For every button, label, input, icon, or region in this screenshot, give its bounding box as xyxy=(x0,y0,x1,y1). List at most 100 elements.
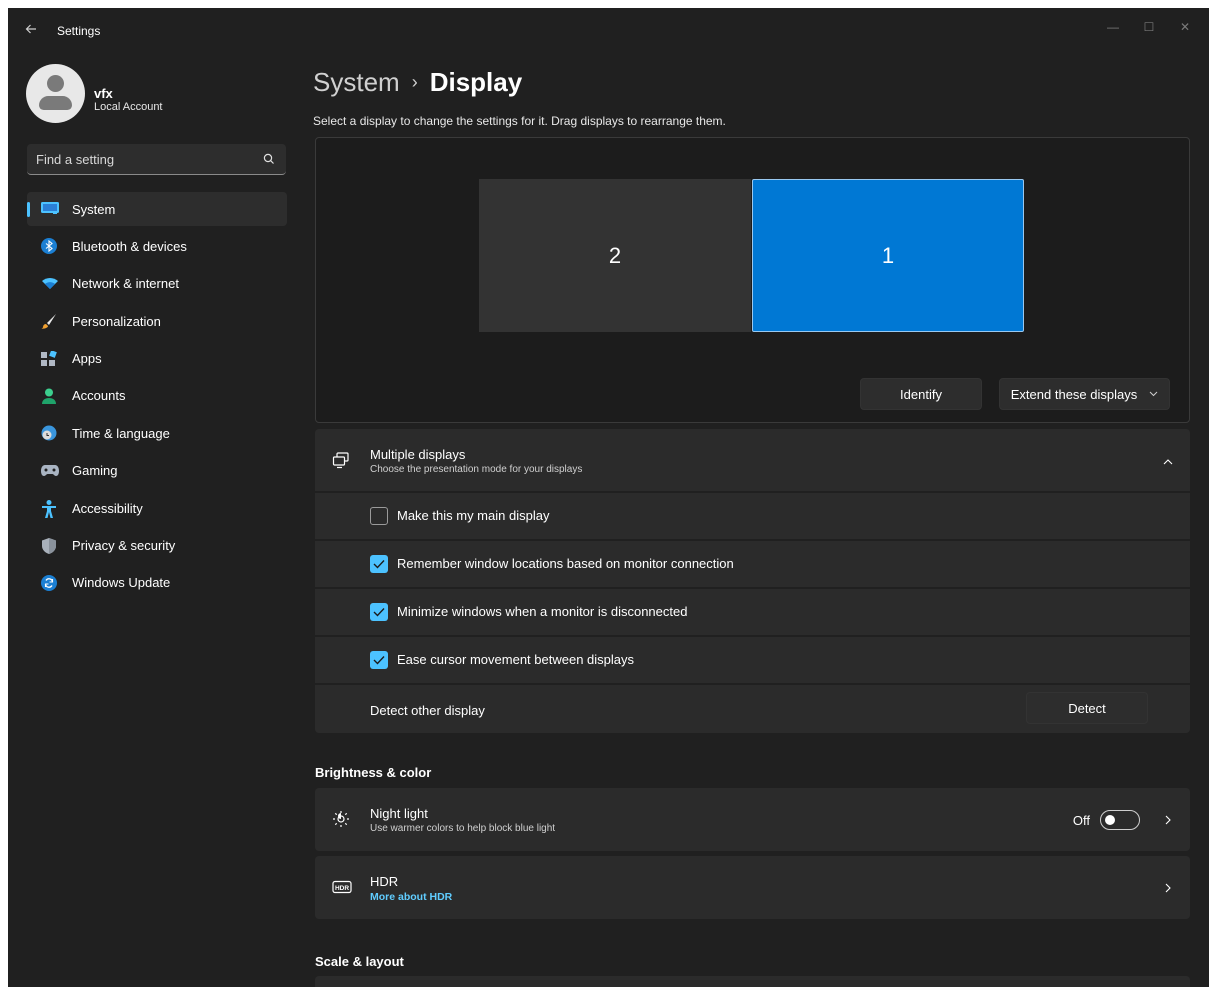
option-label: Minimize windows when a monitor is disco… xyxy=(397,604,688,619)
chevron-down-icon xyxy=(1149,389,1158,399)
sidebar-item-label: Network & internet xyxy=(72,276,179,292)
shield-icon xyxy=(41,537,57,554)
title-bar: Settings — ☐ ✕ xyxy=(8,8,1209,48)
monitor-2[interactable]: 2 xyxy=(479,179,751,332)
option-label: Ease cursor movement between displays xyxy=(397,652,635,667)
brightness-section-title: Brightness & color xyxy=(315,765,432,780)
multiple-displays-description: Choose the presentation mode for your di… xyxy=(370,464,583,475)
sidebar-item-label: Apps xyxy=(72,351,102,367)
breadcrumb-parent-link[interactable]: System xyxy=(313,67,400,98)
minimize-button[interactable]: — xyxy=(1095,14,1131,40)
system-icon xyxy=(41,201,59,217)
night-light-card[interactable]: Night light Use warmer colors to help bl… xyxy=(315,788,1190,851)
remember-locations-checkbox[interactable] xyxy=(370,555,388,573)
night-light-state: Off xyxy=(1072,812,1090,828)
multiple-displays-card: Multiple displays Choose the presentatio… xyxy=(315,429,1190,733)
sidebar-item-label: Time & language xyxy=(72,425,170,441)
bluetooth-icon xyxy=(41,238,57,255)
identify-button[interactable]: Identify xyxy=(860,378,982,410)
update-icon xyxy=(41,574,57,591)
monitor-1[interactable]: 1 xyxy=(752,179,1024,332)
maximize-button[interactable]: ☐ xyxy=(1131,14,1167,40)
sidebar-item-label: Personalization xyxy=(72,313,161,329)
checkmark-icon xyxy=(373,656,385,665)
wifi-icon xyxy=(41,276,58,292)
multiple-displays-icon xyxy=(332,452,349,469)
sidebar-item-time-language[interactable]: Time & language xyxy=(27,416,287,450)
sidebar-item-apps[interactable]: Apps xyxy=(27,342,287,376)
detect-display-row: Detect other display Detect xyxy=(315,683,1190,733)
back-button[interactable] xyxy=(16,18,46,40)
checkmark-icon xyxy=(373,560,385,569)
search-box xyxy=(27,144,286,175)
option-remember-window-locations: Remember window locations based on monit… xyxy=(315,539,1190,585)
close-button[interactable]: ✕ xyxy=(1167,14,1203,40)
option-minimize-windows: Minimize windows when a monitor is disco… xyxy=(315,587,1190,633)
sidebar-item-accessibility[interactable]: Accessibility xyxy=(27,491,287,525)
display-mode-selected: Extend these displays xyxy=(1010,386,1138,402)
checkmark-icon xyxy=(373,608,385,617)
night-light-toggle[interactable] xyxy=(1100,810,1140,830)
accounts-icon xyxy=(41,388,57,404)
sidebar-nav: System Bluetooth & devices Network & int… xyxy=(27,192,287,603)
sidebar-item-label: Privacy & security xyxy=(72,538,176,554)
sidebar-item-gaming[interactable]: Gaming xyxy=(27,454,287,488)
globe-clock-icon xyxy=(41,425,57,441)
more-about-hdr-link[interactable]: More about HDR xyxy=(370,891,452,903)
option-main-display: Make this my main display xyxy=(315,491,1190,537)
back-arrow-icon xyxy=(25,24,36,34)
monitor-number: 1 xyxy=(881,242,895,268)
brush-icon xyxy=(41,313,57,329)
gamepad-icon xyxy=(41,463,59,479)
sidebar-item-windows-update[interactable]: Windows Update xyxy=(27,566,287,600)
multiple-displays-header[interactable]: Multiple displays Choose the presentatio… xyxy=(315,429,1190,491)
display-arrangement-panel: 2 1 Identify Extend these displays xyxy=(315,137,1190,423)
avatar xyxy=(26,64,85,123)
sidebar-item-accounts[interactable]: Accounts xyxy=(27,379,287,413)
night-light-description: Use warmer colors to help block blue lig… xyxy=(370,823,556,834)
apps-icon xyxy=(41,349,57,367)
night-light-icon xyxy=(333,811,349,827)
search-input[interactable] xyxy=(36,144,256,174)
scale-layout-card[interactable] xyxy=(315,976,1190,987)
multiple-displays-title: Multiple displays xyxy=(370,447,466,462)
detect-button[interactable]: Detect xyxy=(1026,692,1148,724)
sidebar-item-privacy[interactable]: Privacy & security xyxy=(27,529,287,563)
search-icon[interactable] xyxy=(262,152,276,166)
detect-display-label: Detect other display xyxy=(370,703,485,718)
sidebar-item-label: System xyxy=(72,201,116,217)
hdr-title: HDR xyxy=(370,874,399,889)
scale-section-title: Scale & layout xyxy=(315,954,404,969)
monitor-number: 2 xyxy=(608,242,622,268)
app-title: Settings xyxy=(57,24,101,38)
hdr-icon: HDR xyxy=(332,880,352,894)
sidebar-item-label: Accounts xyxy=(72,388,126,404)
main-display-checkbox[interactable] xyxy=(370,507,388,525)
arrange-instruction: Select a display to change the settings … xyxy=(313,114,726,128)
option-ease-cursor: Ease cursor movement between displays xyxy=(315,635,1190,681)
accessibility-icon xyxy=(41,500,57,519)
minimize-windows-checkbox[interactable] xyxy=(370,603,388,621)
settings-window: Settings — ☐ ✕ vfx Local Account System xyxy=(8,8,1209,987)
profile-account-type: Local Account xyxy=(94,101,163,113)
sidebar-item-personalization[interactable]: Personalization xyxy=(27,304,287,338)
active-indicator xyxy=(27,202,30,217)
sidebar-item-system[interactable]: System xyxy=(27,192,287,226)
night-light-title: Night light xyxy=(370,806,428,821)
sidebar-item-bluetooth[interactable]: Bluetooth & devices xyxy=(27,229,287,263)
sidebar-item-label: Accessibility xyxy=(72,500,143,516)
identify-button-label: Identify xyxy=(900,386,942,402)
option-label: Remember window locations based on monit… xyxy=(397,556,734,571)
option-label: Make this my main display xyxy=(397,508,550,523)
chevron-right-icon: › xyxy=(411,71,418,92)
sidebar-item-label: Gaming xyxy=(72,463,118,479)
detect-button-label: Detect xyxy=(1068,700,1106,716)
display-mode-dropdown[interactable]: Extend these displays xyxy=(999,378,1170,410)
user-profile[interactable]: vfx Local Account xyxy=(26,64,296,124)
profile-name: vfx xyxy=(94,86,113,101)
hdr-card[interactable]: HDR HDR More about HDR xyxy=(315,856,1190,919)
sidebar-item-network[interactable]: Network & internet xyxy=(27,267,287,301)
chevron-up-icon[interactable] xyxy=(1160,452,1176,468)
breadcrumb: System › Display xyxy=(313,64,522,100)
ease-cursor-checkbox[interactable] xyxy=(370,651,388,669)
